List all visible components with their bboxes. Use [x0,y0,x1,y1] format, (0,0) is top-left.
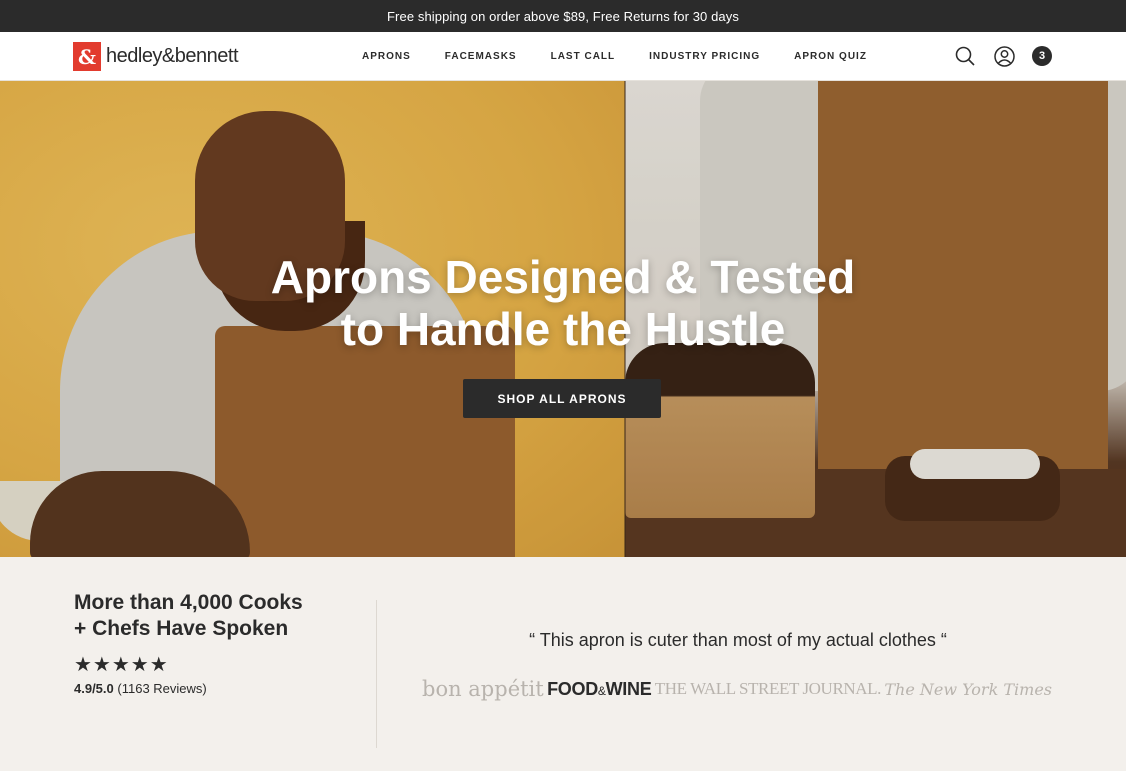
main-menu: APRONS FACEMASKS LAST CALL INDUSTRY PRIC… [345,32,884,81]
menu-item-industry-pricing[interactable]: INDUSTRY PRICING [632,51,777,62]
food-wine-amp: & [597,683,606,698]
reviews-heading-line-1: More than 4,000 Cooks [74,591,303,614]
press-quote: “ This apron is cuter than most of my ac… [529,630,947,650]
hero-title-line-1: Aprons Designed & Tested [270,251,856,303]
brand-logo[interactable]: & hedley&bennett [73,42,239,71]
search-icon[interactable] [954,45,976,67]
hero-banner: Aprons Designed & Tested to Handle the H… [0,81,1126,557]
rating-score: 4.9/5.0 [74,681,114,696]
menu-item-aprons[interactable]: APRONS [345,51,428,62]
menu-item-apron-quiz[interactable]: APRON QUIZ [777,51,884,62]
wall-street-journal-logo: THE WALL STREET JOURNAL. [654,679,882,698]
announcement-bar: Free shipping on order above $89, Free R… [0,0,1126,32]
hero-title: Aprons Designed & Tested to Handle the H… [0,251,1126,355]
reviews-divider [376,600,377,748]
reviews-heading: More than 4,000 Cooks + Chefs Have Spoke… [74,590,364,642]
star-rating-icon: ★★★★★ [74,654,169,676]
food-wine-wine: WINE [605,678,652,699]
nav-icons: 3 [954,45,1052,67]
cart-count-badge[interactable]: 3 [1032,46,1052,66]
menu-item-last-call[interactable]: LAST CALL [534,51,633,62]
press-logos: bon appétit FOOD&WINE THE WALL STREET JO… [422,677,1052,701]
bon-appetit-logo: bon appétit [422,677,544,701]
review-count: (1163 Reviews) [117,681,207,696]
account-icon[interactable] [993,45,1015,67]
logo-text: hedley&bennett [106,45,239,67]
announcement-text: Free shipping on order above $89, Free R… [387,8,739,24]
reviews-section: More than 4,000 Cooks + Chefs Have Spoke… [0,557,1126,771]
food-wine-food: FOOD [547,678,598,699]
logo-mark: & [73,42,101,71]
hero-title-line-2: to Handle the Hustle [340,303,786,355]
reviews-heading-line-2: + Chefs Have Spoken [74,617,289,640]
shop-all-aprons-button[interactable]: SHOP ALL APRONS [463,379,661,418]
rating-line[interactable]: 4.9/5.0 (1163 Reviews) [74,681,364,696]
reviews-summary: More than 4,000 Cooks + Chefs Have Spoke… [74,590,364,696]
menu-item-facemasks[interactable]: FACEMASKS [428,51,534,62]
food-wine-logo: FOOD&WINE [547,678,652,700]
header-nav: & hedley&bennett APRONS FACEMASKS LAST C… [0,32,1126,81]
new-york-times-logo: The New York Times [884,679,1052,699]
